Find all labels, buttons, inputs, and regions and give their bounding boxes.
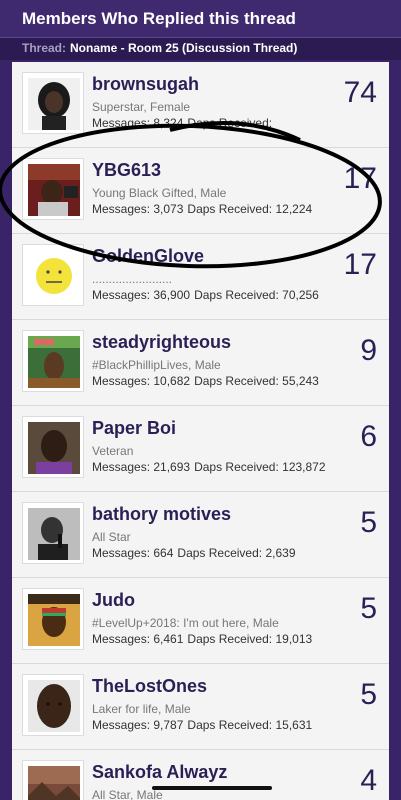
man-in-car-icon [28, 164, 80, 216]
avatar[interactable] [22, 588, 84, 650]
avatar[interactable] [22, 416, 84, 478]
thread-info-bar: Thread: Noname - Room 25 (Discussion Thr… [0, 38, 401, 60]
member-username[interactable]: brownsugah [92, 74, 199, 95]
right-margin [389, 60, 401, 800]
rasta-man-icon [28, 594, 80, 646]
member-title: Veteran [92, 444, 134, 458]
member-title: Young Black Gifted, Male [92, 186, 227, 200]
member-row[interactable]: Judo #LevelUp+2018: I'm out here, Male M… [12, 578, 389, 664]
header-bar: Members Who Replied this thread [0, 0, 401, 38]
member-username[interactable]: GoldenGlove [92, 246, 204, 267]
home-indicator [152, 786, 272, 790]
thread-link[interactable]: Noname - Room 25 (Discussion Thread) [70, 41, 297, 55]
member-stats: Messages: 21,693 Daps Received: 123,872 [92, 460, 326, 474]
reply-count: 9 [360, 334, 377, 367]
reply-count: 5 [360, 678, 377, 711]
avatar[interactable] [22, 502, 84, 564]
member-username[interactable]: Paper Boi [92, 418, 176, 439]
page-title: Members Who Replied this thread [22, 9, 296, 28]
member-title: Superstar, Female [92, 100, 191, 114]
thread-label: Thread: [22, 41, 67, 55]
member-row[interactable]: GoldenGlove ........................ Mes… [12, 234, 389, 320]
member-username[interactable]: TheLostOnes [92, 676, 207, 697]
reply-count: 4 [360, 764, 377, 797]
member-username[interactable]: bathory motives [92, 504, 231, 525]
reply-count: 74 [343, 76, 377, 109]
member-stats: Messages: 3,073 Daps Received: 12,224 [92, 202, 313, 216]
avatar[interactable] [22, 760, 84, 800]
member-title: All Star [92, 530, 131, 544]
member-row[interactable]: Sankofa Alwayz All Star, Male 4 [12, 750, 389, 800]
avatar[interactable] [22, 674, 84, 736]
avatar[interactable] [22, 244, 84, 306]
yellow-smiley-face-icon [28, 250, 80, 302]
member-username[interactable]: YBG613 [92, 160, 161, 181]
member-row[interactable]: bathory motives All Star Messages: 664 Da… [12, 492, 389, 578]
members-list[interactable]: brownsugah Superstar, Female Messages: 8… [12, 62, 389, 800]
left-margin [0, 60, 12, 800]
member-row[interactable]: steadyrighteous #BlackPhillipLives, Male… [12, 320, 389, 406]
member-title: #BlackPhillipLives, Male [92, 358, 221, 372]
member-stats: Messages: 9,787 Daps Received: 15,631 [92, 718, 313, 732]
avatar[interactable] [22, 158, 84, 220]
member-stats: Messages: 6,461 Daps Received: 19,013 [92, 632, 313, 646]
reply-count: 5 [360, 592, 377, 625]
member-title: ........................ [92, 272, 173, 286]
avatar[interactable] [22, 72, 84, 134]
member-stats: Messages: 36,900 Daps Received: 70,256 [92, 288, 319, 302]
reply-count: 6 [360, 420, 377, 453]
landscape-painting-icon [28, 766, 80, 800]
member-row[interactable]: brownsugah Superstar, Female Messages: 8… [12, 62, 389, 148]
man-face-closeup-icon [28, 680, 80, 732]
reply-count: 17 [343, 248, 377, 281]
member-title: Laker for life, Male [92, 702, 191, 716]
member-row[interactable]: Paper Boi Veteran Messages: 21,693 Daps R… [12, 406, 389, 492]
bw-singer-portrait-icon [28, 508, 80, 560]
member-stats: Messages: 8,324 Daps Received: [92, 116, 273, 130]
movie-poster-icon [28, 336, 80, 388]
member-username[interactable]: Judo [92, 590, 135, 611]
avatar[interactable] [22, 330, 84, 392]
member-stats: Messages: 664 Daps Received: 2,639 [92, 546, 296, 560]
member-row[interactable]: YBG613 Young Black Gifted, Male Messages… [12, 148, 389, 234]
reply-count: 17 [343, 162, 377, 195]
man-portrait-icon [28, 422, 80, 474]
woman-portrait-icon [28, 78, 80, 130]
member-username[interactable]: steadyrighteous [92, 332, 231, 353]
reply-count: 5 [360, 506, 377, 539]
member-title: #LevelUp+2018: I'm out here, Male [92, 616, 279, 630]
member-title: All Star, Male [92, 788, 163, 800]
member-row[interactable]: TheLostOnes Laker for life, Male Message… [12, 664, 389, 750]
member-stats: Messages: 10,682 Daps Received: 55,243 [92, 374, 319, 388]
member-username[interactable]: Sankofa Alwayz [92, 762, 227, 783]
